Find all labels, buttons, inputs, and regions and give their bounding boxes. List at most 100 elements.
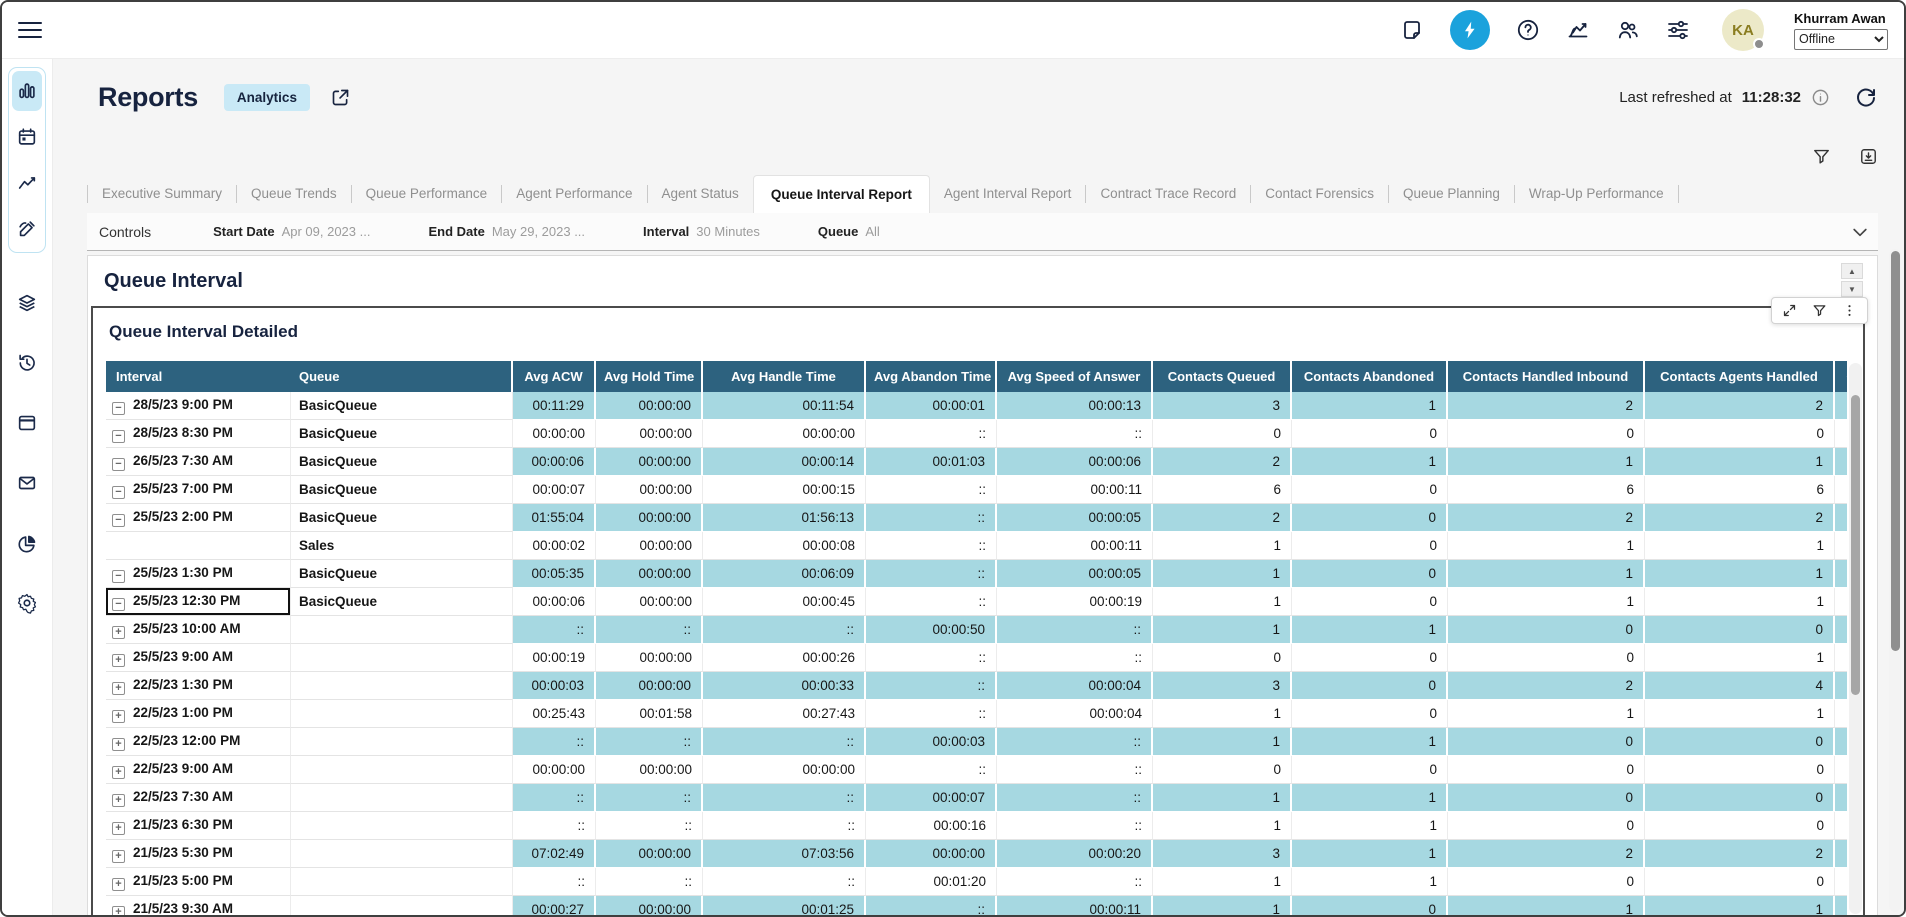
value-cell[interactable]: 1 [1645, 644, 1835, 672]
sidebar-item-layers[interactable] [16, 292, 38, 314]
tab-contract-trace-record[interactable]: Contract Trace Record [1086, 175, 1250, 213]
value-cell[interactable]: :: [866, 560, 997, 588]
settings-sliders-icon[interactable] [1666, 18, 1690, 42]
value-cell[interactable]: 2 [1153, 448, 1292, 476]
scroll-up-button[interactable]: ▲ [1841, 263, 1863, 279]
column-header-avg-abandon-time[interactable]: Avg Abandon Time [866, 361, 997, 392]
hamburger-menu-icon[interactable] [18, 17, 42, 42]
value-cell[interactable]: 0 [1292, 420, 1448, 448]
interval-cell[interactable]: +22/5/23 12:00 PM [106, 728, 291, 756]
value-cell[interactable]: 1 [1292, 840, 1448, 868]
value-cell[interactable]: 01:55:04 [513, 504, 596, 532]
tab-queue-trends[interactable]: Queue Trends [237, 175, 351, 213]
value-cell[interactable]: 0 [1448, 644, 1645, 672]
column-header-avg-speed-of-answer[interactable]: Avg Speed of Answer [997, 361, 1153, 392]
value-cell[interactable]: 1 [1448, 896, 1645, 915]
value-cell[interactable]: 00:00:00 [596, 896, 703, 915]
value-cell[interactable]: :: [596, 868, 703, 896]
expand-row-button[interactable]: + [112, 766, 125, 779]
queue-cell[interactable] [291, 728, 513, 756]
value-cell[interactable]: 00:00:14 [703, 448, 866, 476]
value-cell[interactable]: 1 [1153, 560, 1292, 588]
value-cell[interactable]: 00:00:00 [596, 588, 703, 616]
external-link-icon[interactable] [330, 87, 351, 108]
value-cell[interactable]: 00:25:43 [513, 700, 596, 728]
more-options-icon[interactable] [1842, 303, 1857, 318]
metrics-icon[interactable] [1566, 18, 1590, 42]
value-cell[interactable]: 0 [1292, 644, 1448, 672]
queue-cell[interactable] [291, 616, 513, 644]
table-row[interactable]: +22/5/23 7:30 AM::::::00:00:07::1100 [106, 784, 1847, 812]
expand-row-button[interactable]: + [112, 738, 125, 751]
table-row[interactable]: −28/5/23 8:30 PMBasicQueue00:00:0000:00:… [106, 420, 1847, 448]
value-cell[interactable]: :: [997, 812, 1153, 840]
value-cell[interactable]: :: [596, 784, 703, 812]
help-icon[interactable] [1516, 18, 1540, 42]
interval-cell[interactable]: +21/5/23 6:30 PM [106, 812, 291, 840]
value-cell[interactable]: :: [866, 420, 997, 448]
tab-agent-performance[interactable]: Agent Performance [502, 175, 646, 213]
column-header-avg-hold-time[interactable]: Avg Hold Time [596, 361, 703, 392]
value-cell[interactable]: 00:00:00 [596, 532, 703, 560]
value-cell[interactable]: 00:11:29 [513, 392, 596, 420]
filter-icon[interactable] [1812, 147, 1831, 166]
control-interval[interactable]: Interval30 Minutes [643, 224, 760, 239]
interval-cell[interactable]: +21/5/23 9:30 AM [106, 896, 291, 915]
value-cell[interactable]: 00:01:58 [596, 700, 703, 728]
chevron-down-icon[interactable] [1850, 222, 1870, 242]
tab-agent-interval-report[interactable]: Agent Interval Report [930, 175, 1086, 213]
value-cell[interactable]: 3 [1153, 392, 1292, 420]
expand-row-button[interactable]: + [112, 794, 125, 807]
collapse-row-button[interactable]: − [112, 458, 125, 471]
collapse-row-button[interactable]: − [112, 514, 125, 527]
queue-cell[interactable]: BasicQueue [291, 588, 513, 616]
queue-cell[interactable] [291, 672, 513, 700]
value-cell[interactable]: 6 [1448, 476, 1645, 504]
page-scrollbar[interactable] [1889, 249, 1901, 912]
value-cell[interactable]: 0 [1448, 756, 1645, 784]
info-icon[interactable] [1811, 88, 1830, 107]
queue-cell[interactable]: BasicQueue [291, 392, 513, 420]
value-cell[interactable]: 1 [1153, 728, 1292, 756]
value-cell[interactable]: 00:00:11 [997, 896, 1153, 915]
notes-icon[interactable] [1400, 18, 1424, 42]
value-cell[interactable]: 00:01:03 [866, 448, 997, 476]
queue-cell[interactable] [291, 812, 513, 840]
table-row[interactable]: −25/5/23 12:30 PMBasicQueue00:00:0600:00… [106, 588, 1847, 616]
value-cell[interactable]: 00:00:05 [997, 560, 1153, 588]
value-cell[interactable]: 1 [1645, 560, 1835, 588]
value-cell[interactable]: 00:00:04 [997, 672, 1153, 700]
users-icon[interactable] [1616, 18, 1640, 42]
value-cell[interactable]: 0 [1153, 756, 1292, 784]
value-cell[interactable]: :: [703, 784, 866, 812]
value-cell[interactable]: 00:00:45 [703, 588, 866, 616]
value-cell[interactable]: 1 [1292, 616, 1448, 644]
value-cell[interactable]: 6 [1645, 476, 1835, 504]
tab-executive-summary[interactable]: Executive Summary [88, 175, 236, 213]
queue-cell[interactable]: BasicQueue [291, 476, 513, 504]
value-cell[interactable]: :: [703, 812, 866, 840]
table-row[interactable]: −26/5/23 7:30 AMBasicQueue00:00:0600:00:… [106, 448, 1847, 476]
interval-cell[interactable]: +21/5/23 5:30 PM [106, 840, 291, 868]
queue-cell[interactable] [291, 644, 513, 672]
avatar[interactable]: KA [1722, 9, 1764, 51]
value-cell[interactable]: 00:00:00 [596, 448, 703, 476]
value-cell[interactable]: 3 [1153, 672, 1292, 700]
collapse-row-button[interactable]: − [112, 598, 125, 611]
quick-actions-button[interactable] [1450, 10, 1490, 50]
value-cell[interactable]: 0 [1448, 728, 1645, 756]
value-cell[interactable]: 00:00:19 [513, 644, 596, 672]
collapse-row-button[interactable]: − [112, 402, 125, 415]
value-cell[interactable]: 2 [1645, 504, 1835, 532]
value-cell[interactable]: :: [866, 588, 997, 616]
value-cell[interactable]: 1 [1645, 448, 1835, 476]
value-cell[interactable]: 00:00:27 [513, 896, 596, 915]
queue-cell[interactable]: BasicQueue [291, 560, 513, 588]
queue-cell[interactable] [291, 840, 513, 868]
value-cell[interactable]: :: [997, 868, 1153, 896]
value-cell[interactable]: 2 [1645, 840, 1835, 868]
expand-row-button[interactable]: + [112, 822, 125, 835]
control-start-date[interactable]: Start DateApr 09, 2023 ... [213, 224, 370, 239]
value-cell[interactable]: 0 [1448, 784, 1645, 812]
value-cell[interactable]: 1 [1292, 448, 1448, 476]
